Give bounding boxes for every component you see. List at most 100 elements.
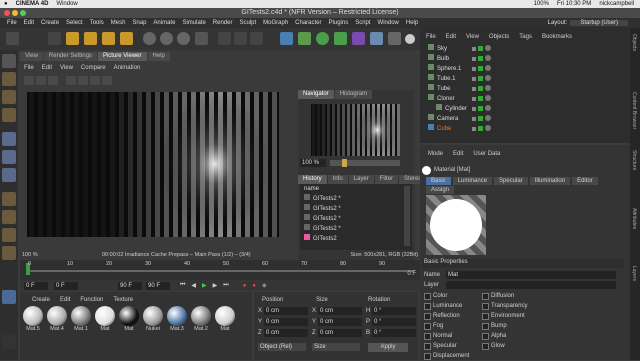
object-flags[interactable]	[472, 105, 512, 112]
workplane-icon[interactable]	[2, 108, 16, 122]
channel-checkbox[interactable]	[424, 352, 431, 360]
visibility-icon[interactable]	[472, 77, 476, 81]
model-mode-icon[interactable]	[2, 72, 16, 86]
attributes-menu-item[interactable]: Edit	[453, 151, 463, 157]
appmenu-item[interactable]: Script	[355, 20, 370, 26]
material-menu-item[interactable]: Texture	[113, 297, 133, 303]
appmenu-item[interactable]: Sculpt	[239, 20, 256, 26]
size-mode-select[interactable]: Size	[312, 343, 360, 351]
tag-icon[interactable]	[485, 125, 491, 131]
channel-checkbox[interactable]	[424, 312, 431, 320]
tag-icon[interactable]	[485, 55, 491, 61]
object-menu-item[interactable]: Objects	[489, 34, 509, 40]
appmenu-item[interactable]: File	[7, 20, 17, 26]
attribute-tab[interactable]: Basic	[426, 177, 451, 185]
object-flags[interactable]	[472, 45, 512, 52]
pv-tool-icon[interactable]	[90, 75, 100, 85]
position-field[interactable]: 0 cm	[264, 317, 308, 326]
minimize-dot-icon[interactable]	[12, 10, 18, 16]
material-swatch[interactable]: Mat.2	[190, 306, 212, 336]
history-item[interactable]: GITests2 *	[304, 224, 408, 234]
pv-tab[interactable]: Picture Viewer	[97, 52, 147, 61]
side-tab[interactable]: Attributes	[631, 208, 637, 260]
rotation-field[interactable]: 0 °	[372, 317, 416, 326]
appmenu-item[interactable]: Tools	[90, 20, 104, 26]
info-tab[interactable]: Info	[327, 175, 348, 184]
visibility-icon[interactable]	[472, 47, 476, 51]
lock-workplane-icon[interactable]	[2, 246, 16, 260]
attribute-tab[interactable]: Luminance	[452, 177, 493, 185]
appmenu-item[interactable]: Snap	[132, 20, 146, 26]
pv-menu-item[interactable]: Animation	[114, 65, 141, 71]
rotation-field[interactable]: 0 °	[372, 328, 416, 337]
pv-tab[interactable]: Help	[147, 52, 170, 61]
subdivision-icon[interactable]	[316, 32, 329, 45]
attribute-tab[interactable]: Specular	[494, 177, 528, 185]
object-flags[interactable]	[472, 125, 512, 132]
polygons-mode-icon[interactable]	[2, 168, 16, 182]
nav-tab[interactable]: Navigator	[298, 90, 334, 99]
appmenu-item[interactable]: Edit	[24, 20, 34, 26]
nav-zoom-slider[interactable]	[330, 158, 400, 167]
render-view-icon[interactable]	[218, 32, 231, 45]
check-icon[interactable]	[478, 56, 483, 61]
attribute-tab[interactable]: Illumination	[529, 177, 571, 185]
channel-checkbox[interactable]	[424, 322, 431, 330]
info-tab[interactable]: Filter	[374, 175, 399, 184]
visibility-icon[interactable]	[472, 107, 476, 111]
last-tool-icon[interactable]	[120, 32, 133, 45]
make-editable-icon[interactable]	[2, 54, 16, 68]
zoom-dot-icon[interactable]	[20, 10, 26, 16]
appmenu-item[interactable]: Simulate	[182, 20, 205, 26]
cloner-icon[interactable]	[334, 32, 347, 45]
layout-select[interactable]: Startup (User)	[570, 20, 628, 26]
material-swatch[interactable]: Mat	[214, 306, 236, 336]
appmenu-item[interactable]: Render	[213, 20, 233, 26]
side-tab[interactable]: Content Browser	[631, 92, 637, 144]
channel-row[interactable]: Bump	[482, 321, 582, 331]
info-tab[interactable]: History	[298, 175, 327, 184]
material-menu-item[interactable]: Function	[80, 297, 103, 303]
coord-mode-select[interactable]: Object (Rel)	[258, 343, 306, 351]
appmenu-item[interactable]: Animate	[153, 20, 175, 26]
move-icon[interactable]	[66, 32, 79, 45]
visibility-icon[interactable]	[472, 67, 476, 71]
pv-tool-icon[interactable]	[102, 75, 112, 85]
material-menu-item[interactable]: Edit	[60, 297, 70, 303]
check-icon[interactable]	[478, 86, 483, 91]
keyframe-icon[interactable]: ◆	[262, 282, 267, 289]
attributes-menu-item[interactable]: User Data	[473, 151, 500, 157]
prev-key-icon[interactable]: ◀	[191, 282, 196, 289]
start-frame[interactable]: 0 F	[24, 281, 48, 290]
render-viewport[interactable]	[27, 92, 279, 237]
channel-row[interactable]: Transparency	[482, 301, 582, 311]
channel-checkbox[interactable]	[482, 312, 489, 320]
y-axis-icon[interactable]	[160, 32, 173, 45]
z-axis-icon[interactable]	[177, 32, 190, 45]
go-start-icon[interactable]: ⏮	[180, 282, 185, 289]
pv-tab[interactable]: Render Settings	[43, 52, 97, 61]
layer-field[interactable]	[446, 280, 616, 289]
channel-checkbox[interactable]	[424, 302, 431, 310]
position-field[interactable]: 0 cm	[264, 306, 308, 315]
attributes-menu-item[interactable]: Mode	[428, 151, 443, 157]
pv-tool-icon[interactable]	[24, 75, 34, 85]
pv-menu-item[interactable]: File	[24, 65, 34, 71]
history-item[interactable]: GITests2 *	[304, 204, 408, 214]
channel-row[interactable]: Glow	[482, 341, 582, 351]
channel-row[interactable]: Diffusion	[482, 291, 582, 301]
close-dot-icon[interactable]	[4, 10, 10, 16]
visibility-icon[interactable]	[472, 57, 476, 61]
texture-mode-icon[interactable]	[2, 90, 16, 104]
next-key-icon[interactable]: ▶	[213, 282, 218, 289]
side-tab[interactable]: Layers	[631, 266, 637, 318]
render-pv-icon[interactable]	[234, 32, 247, 45]
check-icon[interactable]	[478, 106, 483, 111]
pv-menu-item[interactable]: View	[60, 65, 73, 71]
select-icon[interactable]	[48, 32, 61, 45]
pv-menu-item[interactable]: Compare	[81, 65, 106, 71]
name-field[interactable]: Mat	[446, 270, 616, 279]
material-swatch[interactable]: Mat.5	[22, 306, 44, 336]
tag-icon[interactable]	[485, 45, 491, 51]
appmenu-item[interactable]: Create	[41, 20, 59, 26]
